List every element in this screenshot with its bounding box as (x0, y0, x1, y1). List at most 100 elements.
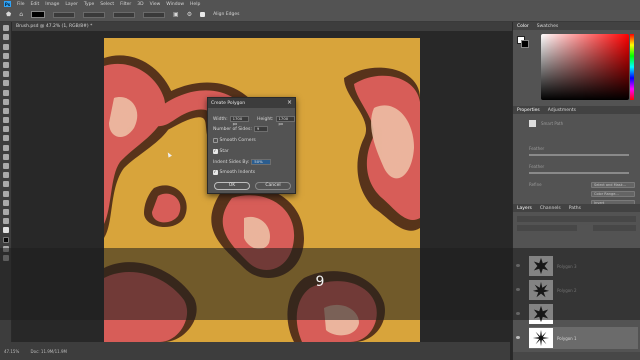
menu-item-view[interactable]: View (150, 2, 161, 7)
healing-tool-icon[interactable] (2, 89, 9, 96)
background-swatch[interactable] (521, 40, 529, 48)
indent-label: Indent Sides By: (213, 159, 250, 165)
menu-item-layer[interactable]: Layer (65, 2, 78, 7)
width-field[interactable] (113, 11, 136, 18)
star-checkbox[interactable] (213, 148, 218, 154)
height-field[interactable] (143, 11, 166, 18)
cancel-button[interactable]: Cancel (255, 182, 291, 190)
dodge-tool-icon[interactable] (2, 153, 9, 160)
smooth-corners-checkbox[interactable] (213, 138, 218, 143)
marquee-tool-icon[interactable] (2, 34, 9, 41)
menu-item-select[interactable]: Select (100, 2, 114, 7)
brush-tool-icon[interactable] (2, 98, 9, 105)
feather-slider-1[interactable] (529, 154, 629, 156)
gear-icon[interactable]: ⚙ (187, 11, 192, 18)
blur-tool-icon[interactable] (2, 144, 9, 151)
close-icon[interactable]: × (287, 100, 292, 106)
smooth-corners-row: Smooth Corners (213, 138, 256, 143)
stroke-width-field[interactable] (53, 11, 76, 18)
size-row: Width: 1700 px Height: 1700 px (213, 116, 295, 125)
select-and-mask-button[interactable]: Select and Mask... (591, 182, 635, 188)
refine-label: Refine (529, 182, 542, 187)
star-row: Star (213, 148, 229, 154)
dialog-titlebar[interactable]: Create Polygon × (208, 98, 295, 108)
feather-slider-2[interactable] (529, 172, 629, 174)
properties-panel: Properties Adjustments Smart Path Feathe… (513, 106, 640, 212)
menu-item-image[interactable]: Image (45, 2, 59, 7)
tab-color[interactable]: Color (517, 24, 529, 29)
stroke-type-field[interactable] (83, 11, 106, 18)
eyedropper-tool-icon[interactable] (2, 80, 9, 87)
layers-panel-tabs: Layers Channels Paths (513, 204, 640, 212)
layer-filter-bar[interactable] (517, 216, 636, 222)
smooth-indents-row: Smooth Indents (213, 169, 256, 175)
document-tab[interactable]: Brush.psd @ 47.2% (1, RGB/8#) * (12, 22, 522, 31)
smart-path-icon (529, 120, 536, 127)
quick-select-tool-icon[interactable] (2, 52, 9, 59)
sides-label: Number of Sides: (213, 126, 252, 132)
step-number: 9 (315, 274, 325, 290)
zoom-level[interactable]: 47.15% (4, 349, 19, 354)
menu-item-help[interactable]: Help (190, 2, 200, 7)
frame-tool-icon[interactable] (2, 71, 9, 78)
feather-label-1: Feather (529, 146, 545, 151)
menu-item-edit[interactable]: Edit (31, 2, 40, 7)
layer-row-4-selected[interactable]: Polygon 1 (529, 327, 638, 349)
sides-input[interactable]: 9 (253, 126, 268, 132)
crop-tool-icon[interactable] (2, 61, 9, 68)
menu-item-3d[interactable]: 3D (137, 2, 143, 7)
width-input[interactable]: 1700 px (229, 116, 250, 125)
eraser-tool-icon[interactable] (2, 126, 9, 133)
create-polygon-dialog: Create Polygon × Width: 1700 px Height: … (207, 97, 296, 194)
smooth-indents-label: Smooth Indents (219, 170, 256, 175)
indent-input[interactable]: 50% (251, 159, 272, 165)
lasso-tool-icon[interactable] (2, 43, 9, 50)
dialog-title: Create Polygon (211, 100, 246, 106)
background-color-icon[interactable] (2, 236, 9, 243)
smart-path-label: Smart Path (541, 121, 564, 126)
visibility-eye-icon[interactable] (516, 336, 520, 339)
tab-properties[interactable]: Properties (517, 108, 540, 113)
zoom-tool-icon[interactable] (2, 208, 9, 215)
gradient-tool-icon[interactable] (2, 135, 9, 142)
ok-button[interactable]: OK (214, 182, 250, 190)
height-input[interactable]: 1700 px (275, 116, 295, 125)
feather-label-2: Feather (529, 164, 545, 169)
color-range-button[interactable]: Color Range... (591, 191, 635, 197)
polygon-tool-icon[interactable]: ⬟ (6, 11, 11, 18)
path-ops-icon[interactable]: ▣ (173, 11, 179, 18)
menu-item-type[interactable]: Type (84, 2, 94, 7)
blend-mode-select[interactable] (517, 225, 577, 231)
menu-item-file[interactable]: File (17, 2, 25, 7)
tab-paths[interactable]: Paths (569, 206, 581, 211)
indent-row: Indent Sides By: 50% (213, 159, 272, 165)
type-tool-icon[interactable] (2, 172, 9, 179)
history-brush-tool-icon[interactable] (2, 117, 9, 124)
fill-swatch[interactable] (31, 11, 46, 18)
document-tab-title: Brush.psd @ 47.2% (1, RGB/8#) * (16, 24, 93, 29)
hue-slider[interactable] (630, 34, 634, 100)
tab-layers[interactable]: Layers (517, 206, 532, 211)
shape-tool-icon[interactable] (2, 190, 9, 197)
color-field[interactable] (541, 34, 629, 100)
hand-tool-icon[interactable] (2, 199, 9, 206)
clone-stamp-tool-icon[interactable] (2, 107, 9, 114)
home-icon[interactable]: ⌂ (19, 11, 23, 18)
menu-item-filter[interactable]: Filter (120, 2, 131, 7)
tab-swatches[interactable]: Swatches (537, 24, 559, 29)
menu-item-window[interactable]: Window (166, 2, 184, 7)
menu-bar: Ps File Edit Image Layer Type Select Fil… (0, 0, 640, 8)
tab-channels[interactable]: Channels (540, 206, 561, 211)
layer-thumbnail (529, 328, 553, 348)
smooth-indents-checkbox[interactable] (213, 169, 218, 175)
foreground-color-icon[interactable] (2, 227, 9, 234)
opacity-field[interactable] (593, 225, 636, 231)
more-tools-icon[interactable] (2, 218, 9, 225)
move-tool-icon[interactable] (2, 25, 9, 32)
tab-adjustments[interactable]: Adjustments (548, 108, 576, 113)
options-bar: ⬟ ⌂ ▣ ⚙ Align Edges (0, 8, 640, 22)
pen-tool-icon[interactable] (2, 163, 9, 169)
align-edges-checkbox[interactable] (200, 12, 206, 17)
sides-row: Number of Sides: 9 (213, 126, 268, 132)
path-select-tool-icon[interactable] (2, 181, 9, 188)
